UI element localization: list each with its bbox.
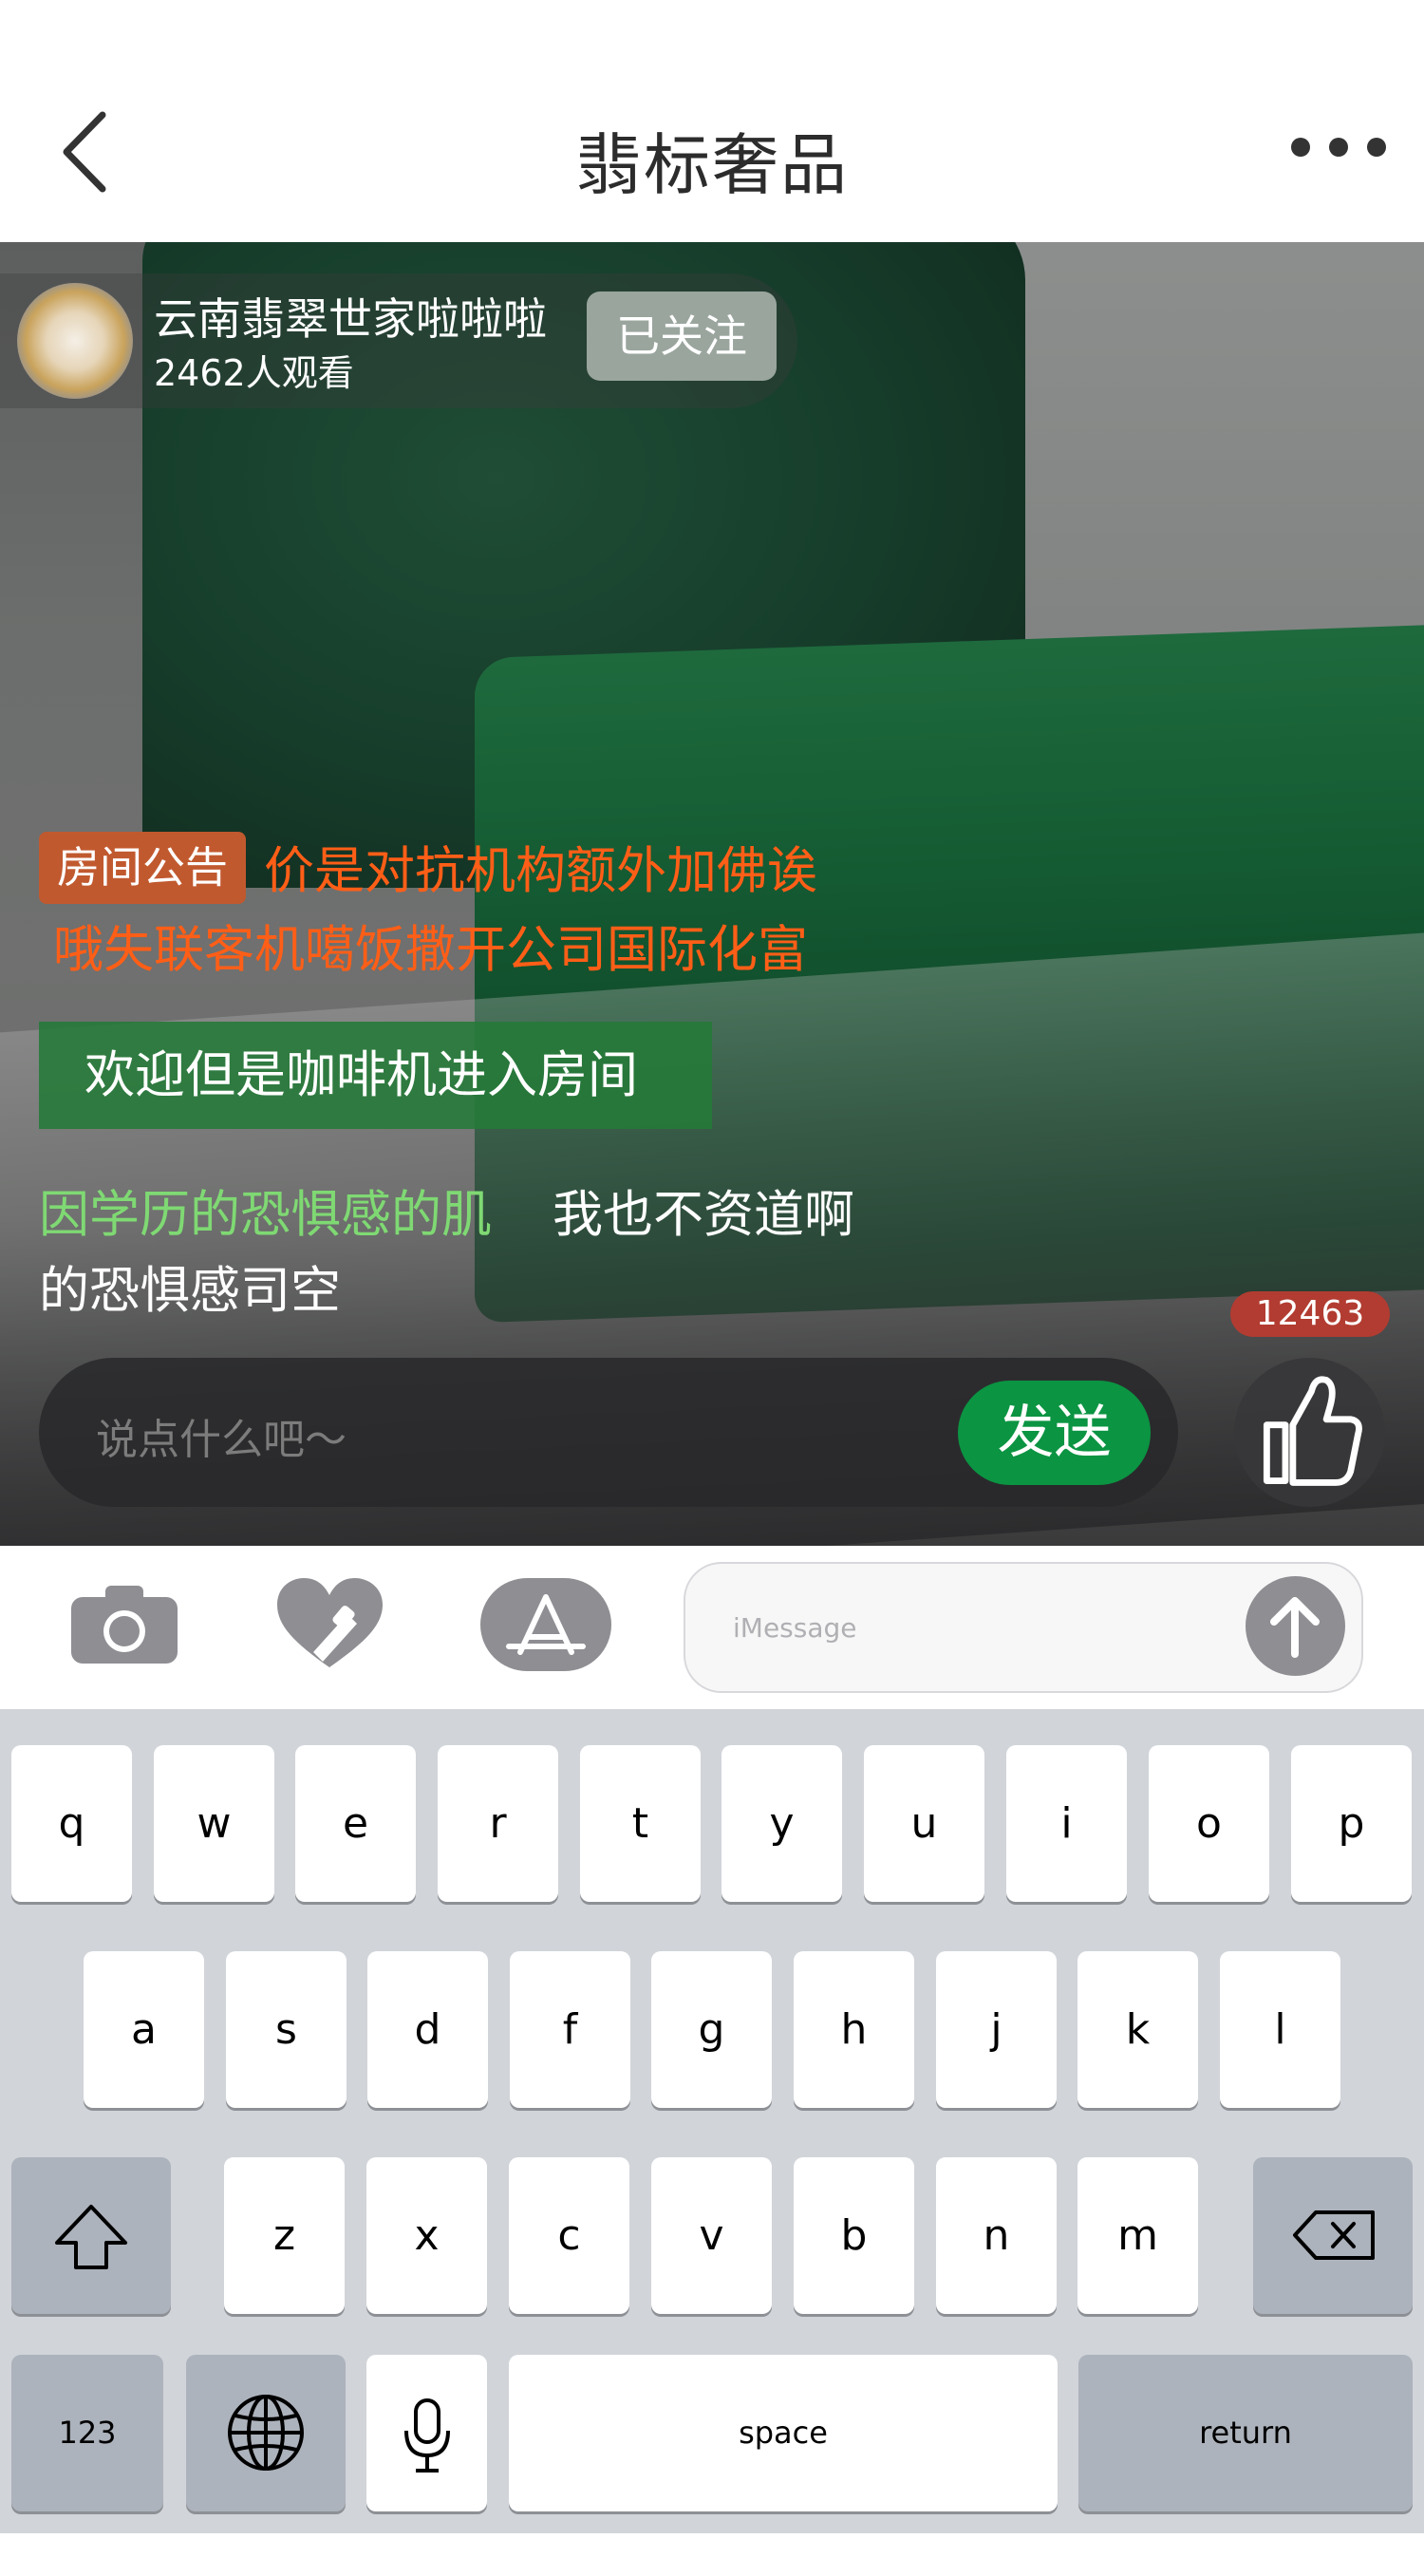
numbers-key[interactable]: 123 <box>11 2355 163 2511</box>
chat-message: 我也不资道啊 <box>553 1186 854 1244</box>
key-e[interactable]: e <box>295 1745 416 1902</box>
key-y[interactable]: y <box>721 1745 842 1902</box>
key-z[interactable]: z <box>224 2157 345 2314</box>
thumbs-up-icon <box>1263 1376 1362 1486</box>
follow-button[interactable]: 已关注 <box>587 291 777 381</box>
welcome-banner: 欢迎但是咖啡机进入房间 <box>39 1022 712 1129</box>
key-m[interactable]: m <box>1077 2157 1198 2314</box>
globe-key[interactable] <box>186 2355 346 2511</box>
key-r[interactable]: r <box>438 1745 558 1902</box>
page-title: 翡标奢品 <box>575 126 849 204</box>
key-p[interactable]: p <box>1291 1745 1412 1902</box>
dictation-key[interactable] <box>366 2355 487 2511</box>
more-icon[interactable] <box>1286 133 1391 161</box>
avatar[interactable] <box>17 283 133 399</box>
space-key[interactable]: space <box>509 2355 1058 2511</box>
backspace-icon <box>1293 2210 1375 2260</box>
key-t[interactable]: t <box>580 1745 701 1902</box>
key-i[interactable]: i <box>1006 1745 1127 1902</box>
key-o[interactable]: o <box>1149 1745 1269 1902</box>
viewer-count: 2462人观看 <box>154 352 354 394</box>
notice-badge: 房间公告 <box>39 832 246 904</box>
delete-key[interactable] <box>1253 2157 1413 2314</box>
shift-key[interactable] <box>11 2157 171 2314</box>
microphone-icon <box>404 2398 450 2473</box>
key-a[interactable]: a <box>84 1951 204 2108</box>
app-store-icon[interactable] <box>480 1578 611 1671</box>
key-g[interactable]: g <box>651 1951 772 2108</box>
key-b[interactable]: b <box>794 2157 914 2314</box>
key-x[interactable]: x <box>366 2157 487 2314</box>
key-n[interactable]: n <box>936 2157 1057 2314</box>
like-count-badge: 12463 <box>1230 1291 1390 1337</box>
return-key[interactable]: return <box>1078 2355 1413 2511</box>
key-k[interactable]: k <box>1077 1951 1198 2108</box>
imessage-send-button[interactable] <box>1246 1576 1345 1676</box>
app-store-glyph <box>506 1594 586 1655</box>
notice-text: 价是对抗机构额外加佛诶 <box>264 842 817 900</box>
globe-icon <box>228 2395 304 2471</box>
key-u[interactable]: u <box>864 1745 984 1902</box>
key-q[interactable]: q <box>11 1745 132 1902</box>
key-d[interactable]: d <box>367 1951 488 2108</box>
key-c[interactable]: c <box>509 2157 629 2314</box>
key-l[interactable]: l <box>1220 1951 1340 2108</box>
chat-message: 的恐惧感司空 <box>39 1262 341 1320</box>
chat-input-placeholder: 说点什么吧～ <box>96 1416 347 1464</box>
shift-icon <box>55 2205 127 2269</box>
digital-touch-icon[interactable] <box>275 1576 384 1671</box>
key-h[interactable]: h <box>794 1951 914 2108</box>
streamer-name: 云南翡翠世家啦啦啦 <box>154 293 547 345</box>
like-button[interactable] <box>1234 1358 1385 1507</box>
imessage-placeholder: iMessage <box>733 1612 857 1644</box>
camera-icon[interactable] <box>69 1584 179 1665</box>
key-v[interactable]: v <box>651 2157 772 2314</box>
send-button[interactable]: 发送 <box>958 1381 1151 1485</box>
key-f[interactable]: f <box>510 1951 630 2108</box>
notice-text: 哦失联客机噶饭撒开公司国际化富 <box>53 921 808 979</box>
keyboard: q w e r t y u i o p a s d f g h j k l z … <box>0 1709 1424 2533</box>
key-s[interactable]: s <box>226 1951 347 2108</box>
key-w[interactable]: w <box>154 1745 274 1902</box>
key-j[interactable]: j <box>936 1951 1057 2108</box>
arrow-up-icon <box>1270 1597 1320 1658</box>
chat-username: 因学历的恐惧感的肌 <box>39 1186 492 1244</box>
